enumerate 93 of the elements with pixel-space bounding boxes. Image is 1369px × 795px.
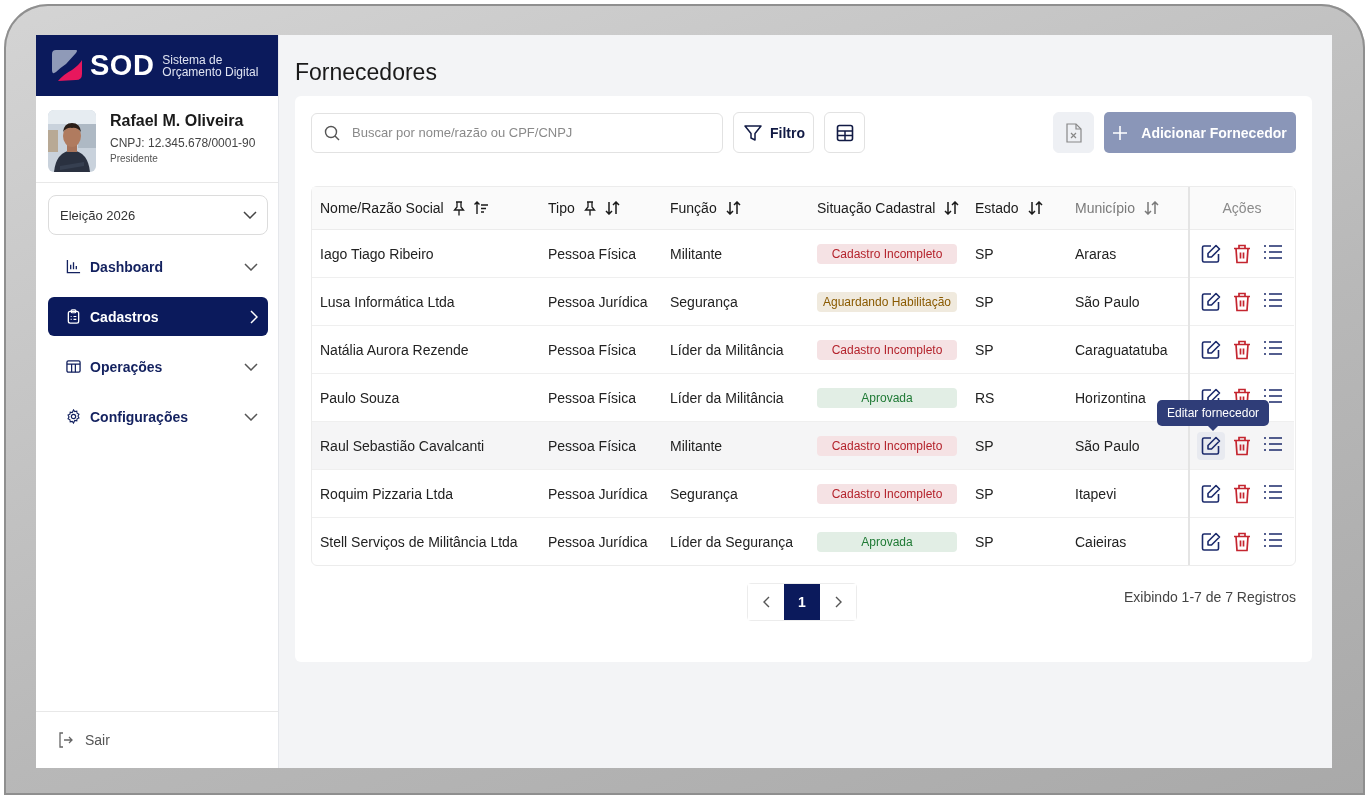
status-badge: Aprovada [817,387,957,408]
campaign-select[interactable]: Eleição 2026 [48,195,268,235]
table-cell: Militante [670,437,723,454]
table-cell: SP [975,437,994,454]
user-role: Presidente [110,153,159,164]
table-cell: Stell Serviços de Militância Ltda [320,533,518,550]
column-header[interactable]: Município [1075,200,1135,216]
logout-icon [58,732,73,748]
page-title: Fornecedores [295,59,438,86]
table-cell: Caieiras [1075,533,1127,550]
user-document: CNPJ: 12.345.678/0001-90 [110,136,256,150]
logout-button[interactable]: Sair [36,711,278,768]
brand-name: SOD [90,49,155,82]
nav-item[interactable]: Operações [48,347,268,386]
page-button[interactable]: 1 [784,584,820,620]
chevron-down-icon [244,412,258,421]
table-cell: Líder da Militância [670,341,784,358]
sort-icon[interactable] [604,201,620,215]
file-icon [1065,122,1082,143]
table-cell: Pessoa Física [548,389,636,406]
edit-icon[interactable] [1197,431,1225,460]
table-cell: SP [975,533,994,550]
table-cell: São Paulo [1075,437,1140,454]
sort-icon[interactable] [725,201,741,215]
sort-icon[interactable] [1027,201,1043,215]
sort-icon[interactable] [944,201,960,215]
table-cell: Caraguatatuba [1075,341,1168,358]
nav-item[interactable]: Dashboard [48,247,268,286]
column-header: Ações [1189,187,1294,230]
status-badge: Aguardando Habilitação [817,291,957,312]
brand-subtitle: Sistema de [162,53,224,66]
table-cell: SP [975,341,994,358]
column-header[interactable]: Tipo [548,200,575,216]
tooltip: Editar fornecedor [1157,400,1270,426]
user-name: Rafael M. Oliveira [110,112,245,130]
table-icon [835,123,854,142]
chevron-down-icon [244,262,258,271]
table-cell: SP [975,245,994,262]
table-cell: Natália Aurora Rezende [320,341,469,358]
table-cell: Pessoa Jurídica [548,485,648,502]
table-cell: Paulo Souza [320,389,400,406]
layout-icon [66,359,81,374]
table-cell: Líder da Segurança [670,533,793,550]
search-field[interactable]: Buscar por nome/razão ou CPF/CNPJ [311,112,723,153]
status-badge: Cadastro Incompleto [817,483,957,504]
table-cell: Segurança [670,293,738,310]
status-badge: Aprovada [817,531,957,552]
search-icon [324,124,340,141]
chevron-right-icon [834,596,842,608]
bar-chart-icon [66,259,81,274]
table-cell: Horizontina [1075,389,1146,406]
columns-button[interactable] [824,112,865,153]
table-cell: São Paulo [1075,293,1140,310]
pin-icon[interactable] [583,200,596,216]
table-cell: Araras [1075,245,1117,262]
column-header[interactable]: Função [670,200,717,216]
chevron-right-icon [250,309,258,324]
logo-icon [50,49,84,82]
settings-icon [66,409,81,424]
chevron-down-icon [243,211,257,219]
chevron-down-icon [244,362,258,371]
table-cell: Segurança [670,485,738,502]
filter-icon [744,123,762,142]
plus-icon [1113,125,1128,140]
sort-ascending-icon[interactable] [473,201,489,215]
status-badge: Cadastro Incompleto [817,435,957,456]
table-cell: SP [975,293,994,310]
pin-icon[interactable] [452,200,465,216]
table-cell: SP [975,485,994,502]
status-badge: Cadastro Incompleto [817,339,957,360]
clipboard-icon [66,309,81,324]
table-cell: Pessoa Física [548,341,636,358]
records-summary: Exibindo 1-7 de 7 Registros [1124,589,1296,605]
filter-button[interactable]: Filtro [733,112,814,153]
status-badge: Cadastro Incompleto [817,243,957,264]
nav-item[interactable]: Configurações [48,397,268,436]
table-cell: Líder da Militância [670,389,784,406]
table-cell: Pessoa Física [548,437,636,454]
table-cell: Pessoa Jurídica [548,293,648,310]
table-cell: Lusa Informática Ltda [320,293,455,310]
chevron-left-icon [762,596,770,608]
table-cell: RS [975,389,995,406]
table-cell: Iago Tiago Ribeiro [320,245,434,262]
table-cell: Roquim Pizzaria Ltda [320,485,454,502]
table-cell: Pessoa Física [548,245,636,262]
table-cell: Raul Sebastião Cavalcanti [320,437,485,454]
column-header[interactable]: Estado [975,200,1019,216]
tooltip-arrow [1208,426,1219,431]
brand-subtitle: Orçamento Digital [162,65,259,78]
table-cell: Itapevi [1075,485,1117,502]
table-cell: Pessoa Jurídica [548,533,648,550]
nav-item[interactable]: Cadastros [48,297,268,336]
table-cell: Militante [670,245,723,262]
